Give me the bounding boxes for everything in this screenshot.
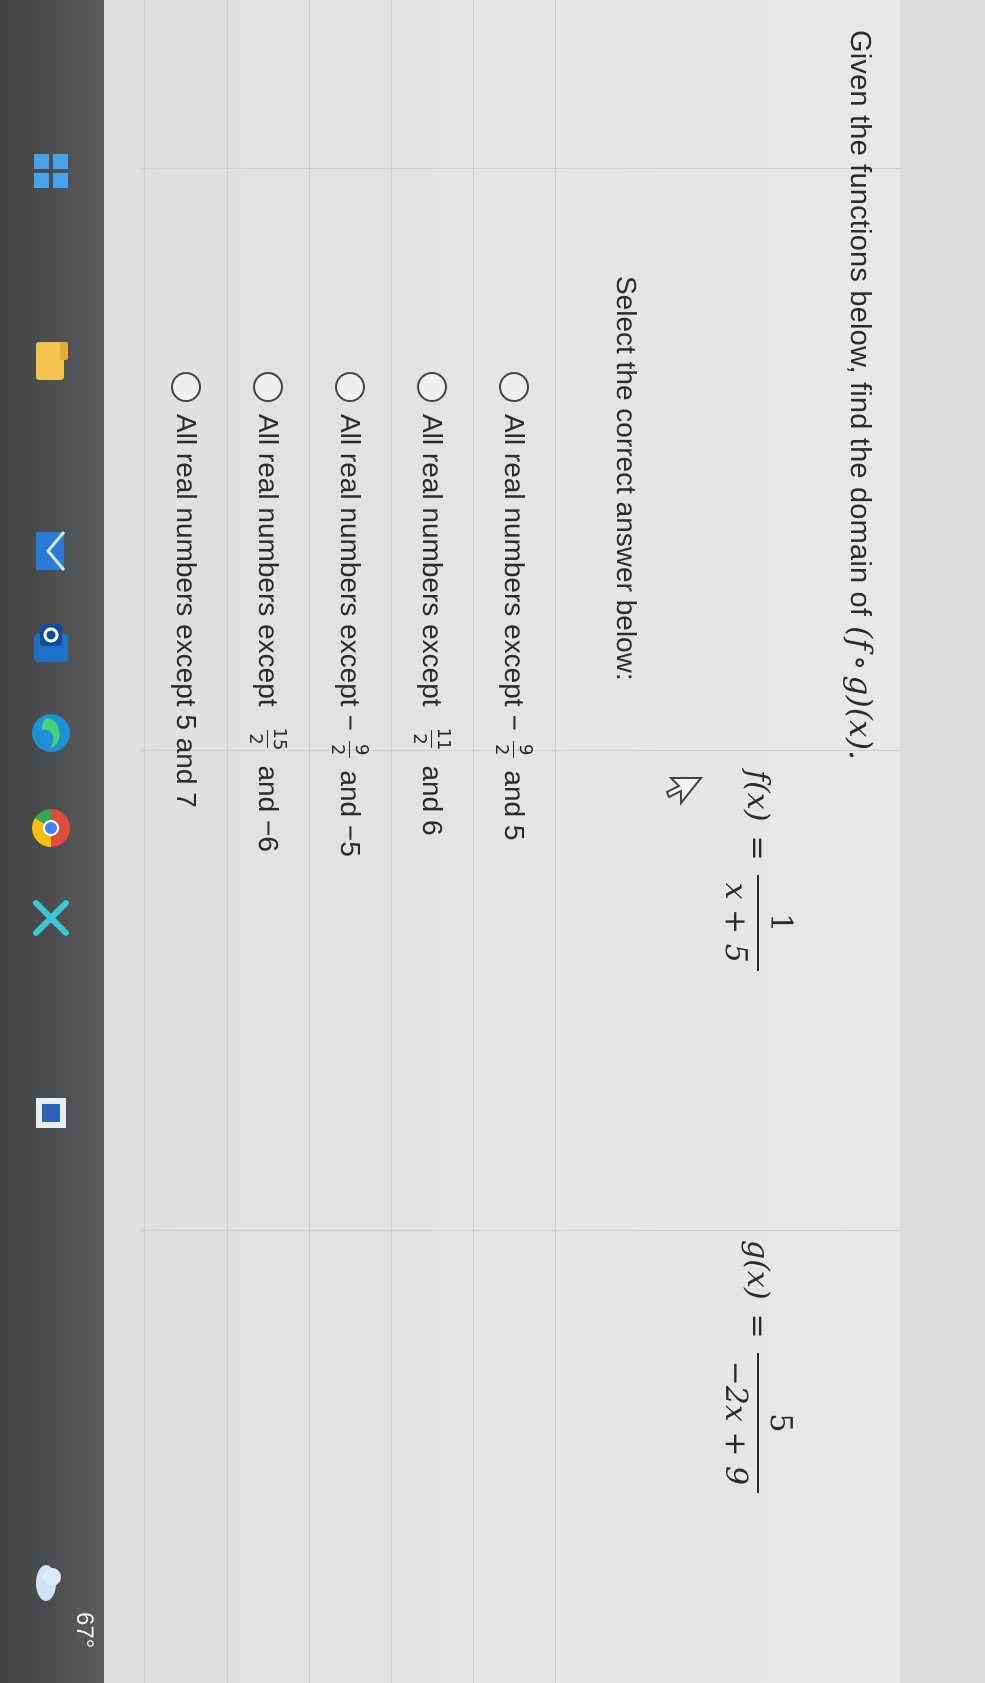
taskbar: 67° xyxy=(0,0,104,1683)
option-fraction: 92 xyxy=(491,740,537,759)
prompt-text: Given the functions below, find the doma… xyxy=(844,30,877,617)
answer-option-5[interactable]: All real numbers except 5 and 7 xyxy=(144,0,228,1683)
option-fraction: 11 2 xyxy=(409,727,455,751)
mouse-cursor-icon xyxy=(665,777,704,806)
app-icon[interactable] xyxy=(28,1090,74,1136)
windows-start-icon[interactable] xyxy=(28,148,74,194)
edge-icon[interactable] xyxy=(28,710,74,756)
screen: Given the functions below, find the doma… xyxy=(0,0,900,1683)
temperature-readout: 67° xyxy=(71,1612,98,1649)
radio-button[interactable] xyxy=(253,372,283,402)
weather-icon xyxy=(36,1565,61,1601)
radio-button[interactable] xyxy=(417,372,447,402)
option-fraction: 92 xyxy=(327,740,373,759)
g-fraction: 5 −2x + 9 xyxy=(718,1352,798,1494)
function-g: g(x) = 5 −2x + 9 xyxy=(718,1240,798,1494)
answer-option-3[interactable]: All real numbers except − 92 and −5 xyxy=(309,0,392,1683)
radio-button[interactable] xyxy=(499,372,529,402)
select-instruction: Select the correct answer below: xyxy=(611,276,642,681)
question-prompt: Given the functions below, find the doma… xyxy=(842,30,878,760)
file-explorer-icon[interactable] xyxy=(28,338,74,384)
outlook-icon[interactable] xyxy=(28,620,74,666)
function-f: f(x) = 1 x + 5 xyxy=(718,770,798,971)
answer-option-4[interactable]: All real numbers except 15 2 and −6 xyxy=(227,0,310,1683)
x-app-icon[interactable] xyxy=(28,895,74,941)
f-fraction: 1 x + 5 xyxy=(718,874,798,971)
composition-expression: (f∘g)(x). xyxy=(842,626,878,761)
answer-option-2[interactable]: All real numbers except 11 2 and 6 xyxy=(391,0,474,1683)
option-fraction: 15 2 xyxy=(245,727,291,751)
chrome-icon[interactable] xyxy=(28,805,74,851)
radio-button[interactable] xyxy=(171,372,201,402)
radio-button[interactable] xyxy=(335,372,365,402)
mail-icon[interactable] xyxy=(28,528,74,574)
answer-option-1[interactable]: All real numbers except − 92 and 5 xyxy=(473,0,556,1683)
